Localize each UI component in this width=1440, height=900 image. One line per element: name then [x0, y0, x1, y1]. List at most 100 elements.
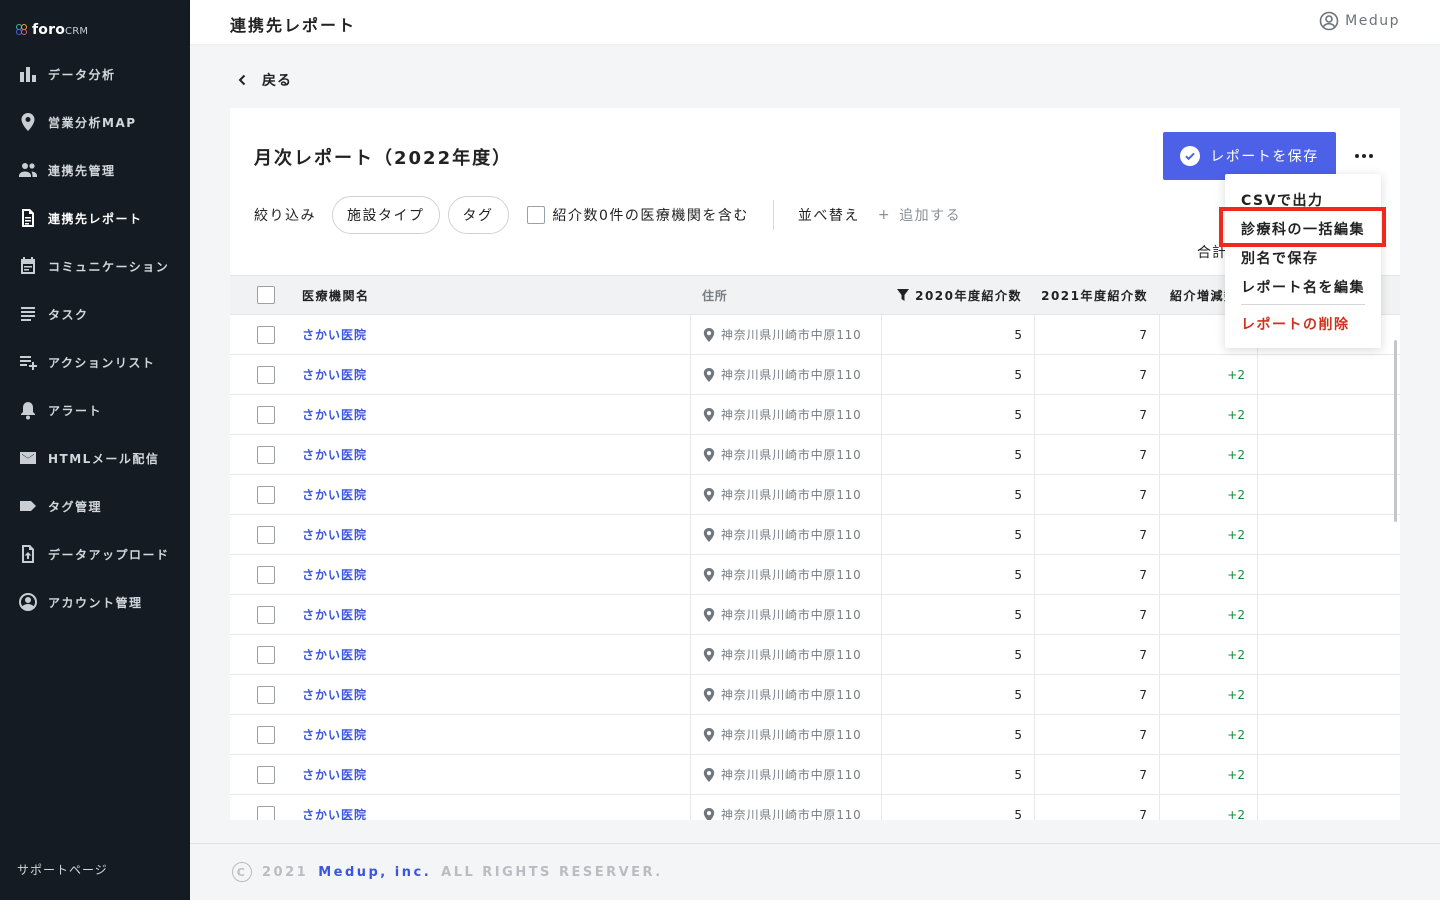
sidebar-item-account[interactable]: アカウント管理 [0, 578, 190, 626]
sidebar-item-data-upload[interactable]: データアップロード [0, 530, 190, 578]
table-row[interactable]: さかい医院 神奈川県川崎市中原110 5 7 +2 [230, 354, 1400, 395]
referrals-2021-cell: 7 [1034, 474, 1160, 515]
facility-name-link[interactable]: さかい医院 [302, 368, 367, 382]
menu-item-save-as[interactable]: 別名で保存 [1241, 248, 1319, 268]
sidebar-item-alerts[interactable]: アラート [0, 386, 190, 434]
sidebar-item-data-analysis[interactable]: データ分析 [0, 50, 190, 98]
facility-name-link[interactable]: さかい医院 [302, 688, 367, 702]
sidebar-item-sales-map[interactable]: 営業分析MAP [0, 98, 190, 146]
facility-name-link[interactable]: さかい医院 [302, 408, 367, 422]
row-select-cell [230, 445, 302, 464]
sidebar-item-label: コミュニケーション [48, 259, 170, 274]
table-row[interactable]: さかい医院 神奈川県川崎市中原110 5 7 +2 [230, 434, 1400, 475]
row-checkbox[interactable] [257, 685, 275, 704]
row-checkbox[interactable] [257, 525, 275, 544]
more-dot-icon [1362, 154, 1366, 158]
row-select-cell [230, 725, 302, 744]
facility-name-link[interactable]: さかい医院 [302, 728, 367, 742]
row-checkbox[interactable] [257, 605, 275, 624]
include-zero-checkbox[interactable]: 紹介数0件の医療機関を含む [526, 205, 749, 225]
table-row[interactable]: さかい医院 神奈川県川崎市中原110 5 7 +2 [230, 474, 1400, 515]
facility-name-link[interactable]: さかい医院 [302, 608, 367, 622]
sidebar-item-html-mail[interactable]: HTMLメール配信 [0, 434, 190, 482]
referrals-2020-cell: 5 [1014, 527, 1022, 542]
facility-name-link[interactable]: さかい医院 [302, 448, 367, 462]
row-checkbox[interactable] [257, 725, 275, 744]
column-header-2020[interactable]: 2020年度紹介数 [882, 287, 1034, 304]
sidebar-item-action-list[interactable]: アクションリスト [0, 338, 190, 386]
add-sort-button[interactable]: + 追加する [878, 205, 961, 225]
back-link[interactable]: 戻る [236, 70, 292, 90]
app-logo[interactable]: foroCRM [16, 22, 88, 38]
facility-name-link[interactable]: さかい医院 [302, 648, 367, 662]
address-text: 神奈川県川崎市中原110 [721, 488, 862, 502]
menu-item-delete-report[interactable]: レポートの削除 [1241, 314, 1350, 334]
back-label: 戻る [262, 73, 292, 89]
save-report-label: レポートを保存 [1210, 149, 1319, 165]
save-report-button[interactable]: レポートを保存 [1163, 132, 1336, 180]
select-all-checkbox[interactable] [257, 286, 275, 304]
row-checkbox[interactable] [257, 445, 275, 464]
column-header-2021[interactable]: 2021年度紹介数 [1034, 287, 1160, 304]
checkbox[interactable] [526, 206, 545, 224]
row-checkbox[interactable] [257, 645, 275, 664]
row-checkbox[interactable] [257, 805, 275, 820]
referrals-2021-cell: 7 [1034, 674, 1160, 715]
map-pin-icon [703, 647, 715, 662]
row-checkbox[interactable] [257, 365, 275, 384]
facility-type-chip[interactable]: 施設タイプ [332, 196, 440, 234]
facility-name-link[interactable]: さかい医院 [302, 808, 367, 820]
address-text: 神奈川県川崎市中原110 [721, 688, 862, 702]
table-row[interactable]: さかい医院 神奈川県川崎市中原110 5 7 +2 [230, 674, 1400, 715]
map-pin-icon [703, 327, 715, 342]
copyright-icon: C [232, 862, 252, 882]
address-text: 神奈川県川崎市中原110 [721, 368, 862, 382]
more-options-button[interactable] [1350, 144, 1378, 168]
address-cell: 神奈川県川崎市中原110 [690, 794, 882, 820]
column-header-name[interactable]: 医療機関名 [302, 287, 690, 304]
filter-label: 絞り込み [254, 208, 316, 224]
user-menu[interactable]: Medup [1319, 11, 1400, 31]
facility-name-link[interactable]: さかい医院 [302, 568, 367, 582]
referrals-2021-cell: 7 [1034, 634, 1160, 675]
row-select-cell [230, 485, 302, 504]
menu-item-rename-report[interactable]: レポート名を編集 [1241, 277, 1365, 297]
facility-name-link[interactable]: さかい医院 [302, 488, 367, 502]
address-cell: 神奈川県川崎市中原110 [690, 554, 882, 595]
table-row[interactable]: さかい医院 神奈川県川崎市中原110 5 7 +2 [230, 794, 1400, 821]
row-checkbox[interactable] [257, 485, 275, 504]
row-checkbox[interactable] [257, 765, 275, 784]
table-row[interactable]: さかい医院 神奈川県川崎市中原110 5 7 +2 [230, 754, 1400, 795]
facility-name-link[interactable]: さかい医院 [302, 328, 367, 342]
referrals-2020-cell: 5 [1014, 807, 1022, 821]
table-row[interactable]: さかい医院 神奈川県川崎市中原110 5 7 +2 [230, 554, 1400, 595]
support-link[interactable]: サポートページ [17, 861, 108, 878]
row-select-cell [230, 365, 302, 384]
sidebar-item-partner-report[interactable]: 連携先レポート [0, 194, 190, 242]
referrals-2021-cell: 7 [1034, 554, 1160, 595]
table-row[interactable]: さかい医院 神奈川県川崎市中原110 5 7 +2 [230, 594, 1400, 635]
row-checkbox[interactable] [257, 405, 275, 424]
table-row[interactable]: さかい医院 神奈川県川崎市中原110 5 7 +2 [230, 714, 1400, 755]
sidebar-item-partners[interactable]: 連携先管理 [0, 146, 190, 194]
options-dropdown: CSVで出力 診療科の一括編集 別名で保存 レポート名を編集 レポートの削除 [1225, 174, 1381, 348]
table-row[interactable]: さかい医院 神奈川県川崎市中原110 5 7 +2 [230, 634, 1400, 675]
tag-icon [18, 496, 38, 516]
account-icon [18, 592, 38, 612]
referrals-2020-cell: 5 [1014, 407, 1022, 422]
row-checkbox[interactable] [257, 565, 275, 584]
sidebar-item-tasks[interactable]: タスク [0, 290, 190, 338]
tag-chip[interactable]: タグ [447, 196, 509, 234]
table-row[interactable]: さかい医院 神奈川県川崎市中原110 5 7 +2 [230, 514, 1400, 555]
vertical-scrollbar[interactable] [1394, 340, 1397, 522]
facility-name-link[interactable]: さかい医院 [302, 528, 367, 542]
chevron-left-icon [238, 74, 246, 86]
facility-name-link[interactable]: さかい医院 [302, 768, 367, 782]
sidebar-item-tag-management[interactable]: タグ管理 [0, 482, 190, 530]
table-row[interactable]: さかい医院 神奈川県川崎市中原110 5 7 +2 [230, 394, 1400, 435]
referrals-2021-cell: 7 [1034, 394, 1160, 435]
sidebar-item-communication[interactable]: コミュニケーション [0, 242, 190, 290]
column-header-address[interactable]: 住所 [690, 287, 882, 304]
row-checkbox[interactable] [257, 325, 275, 344]
sidebar-item-label: HTMLメール配信 [48, 451, 160, 466]
